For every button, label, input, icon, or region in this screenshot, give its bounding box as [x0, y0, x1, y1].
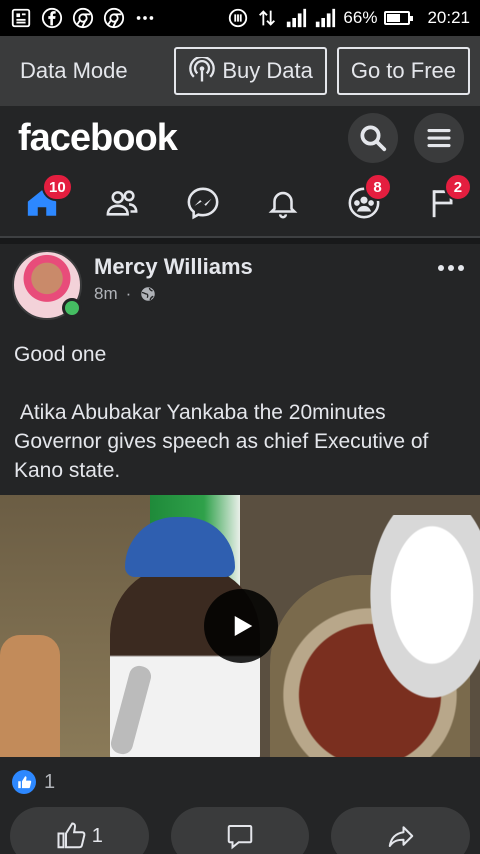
groups-badge: 8	[363, 173, 392, 201]
tab-groups[interactable]: 8	[342, 173, 392, 225]
news-icon	[10, 7, 32, 29]
post-body: Good one Atika Abubakar Yankaba the 20mi…	[0, 324, 480, 495]
meta-separator: ·	[125, 284, 132, 303]
share-button[interactable]	[331, 807, 471, 854]
friends-icon	[105, 186, 139, 220]
data-mode-bar: Data Mode Buy Data Go to Free	[0, 36, 480, 106]
avatar[interactable]	[12, 250, 82, 320]
reactions-summary[interactable]: 1	[0, 757, 480, 807]
battery-percent: 66%	[343, 8, 378, 27]
thumbs-up-icon	[56, 821, 86, 851]
like-count: 1	[91, 824, 103, 847]
play-button[interactable]	[204, 589, 278, 663]
more-options-icon[interactable]	[436, 258, 466, 278]
home-badge: 10	[42, 173, 73, 201]
post-meta: 8m ·	[94, 284, 253, 304]
battery-icon	[384, 11, 414, 25]
tab-home[interactable]: 10	[20, 173, 73, 225]
globe-icon	[139, 285, 157, 303]
tab-messenger[interactable]	[181, 181, 225, 225]
status-bar: 66% 20:21	[0, 0, 480, 36]
nav-tabs: 10 8 2	[0, 170, 480, 238]
post-actions: 1	[0, 807, 480, 854]
post-header: Mercy Williams 8m ·	[0, 244, 480, 324]
author-name[interactable]: Mercy Williams	[94, 254, 253, 280]
like-reaction-icon	[12, 770, 36, 794]
sync-icon	[227, 7, 249, 29]
signal-icon	[314, 7, 336, 29]
more-dots-icon	[134, 7, 156, 29]
tab-friends[interactable]	[100, 181, 144, 225]
bell-icon	[266, 186, 300, 220]
go-to-free-button[interactable]: Go to Free	[336, 47, 470, 95]
reaction-count: 1	[44, 770, 56, 793]
app-header: facebook	[0, 106, 480, 170]
signal-icon	[285, 7, 307, 29]
share-icon	[386, 821, 416, 851]
data-arrows-icon	[256, 7, 278, 29]
video-player[interactable]	[0, 495, 480, 757]
broadcast-icon	[188, 57, 216, 85]
chrome-icon	[72, 7, 94, 29]
clock: 20:21	[427, 8, 470, 27]
online-indicator	[62, 298, 82, 318]
buy-data-label: Buy Data	[222, 58, 313, 83]
play-icon	[226, 611, 256, 641]
buy-data-button[interactable]: Buy Data	[174, 47, 327, 95]
facebook-logo[interactable]: facebook	[18, 117, 332, 160]
go-to-free-label: Go to Free	[350, 58, 456, 83]
search-button[interactable]	[348, 113, 398, 163]
pages-badge: 2	[443, 173, 472, 201]
like-button[interactable]: 1	[10, 807, 149, 854]
search-icon	[358, 123, 388, 153]
hamburger-icon	[424, 123, 454, 153]
tab-notifications[interactable]	[261, 181, 305, 225]
data-mode-label: Data Mode	[20, 58, 128, 83]
post-text-line: Good one	[14, 343, 107, 366]
post-time[interactable]: 8m	[94, 284, 118, 304]
messenger-icon	[186, 186, 220, 220]
menu-button[interactable]	[414, 113, 464, 163]
post-card: Mercy Williams 8m · Good one Atika Abuba…	[0, 244, 480, 854]
comment-button[interactable]	[170, 807, 310, 854]
tab-pages[interactable]: 2	[422, 173, 472, 225]
post-text-line: Atika Abubakar Yankaba the 20minutes Gov…	[14, 401, 435, 482]
facebook-icon	[41, 7, 63, 29]
comment-icon	[225, 821, 255, 851]
chrome-icon	[103, 7, 125, 29]
